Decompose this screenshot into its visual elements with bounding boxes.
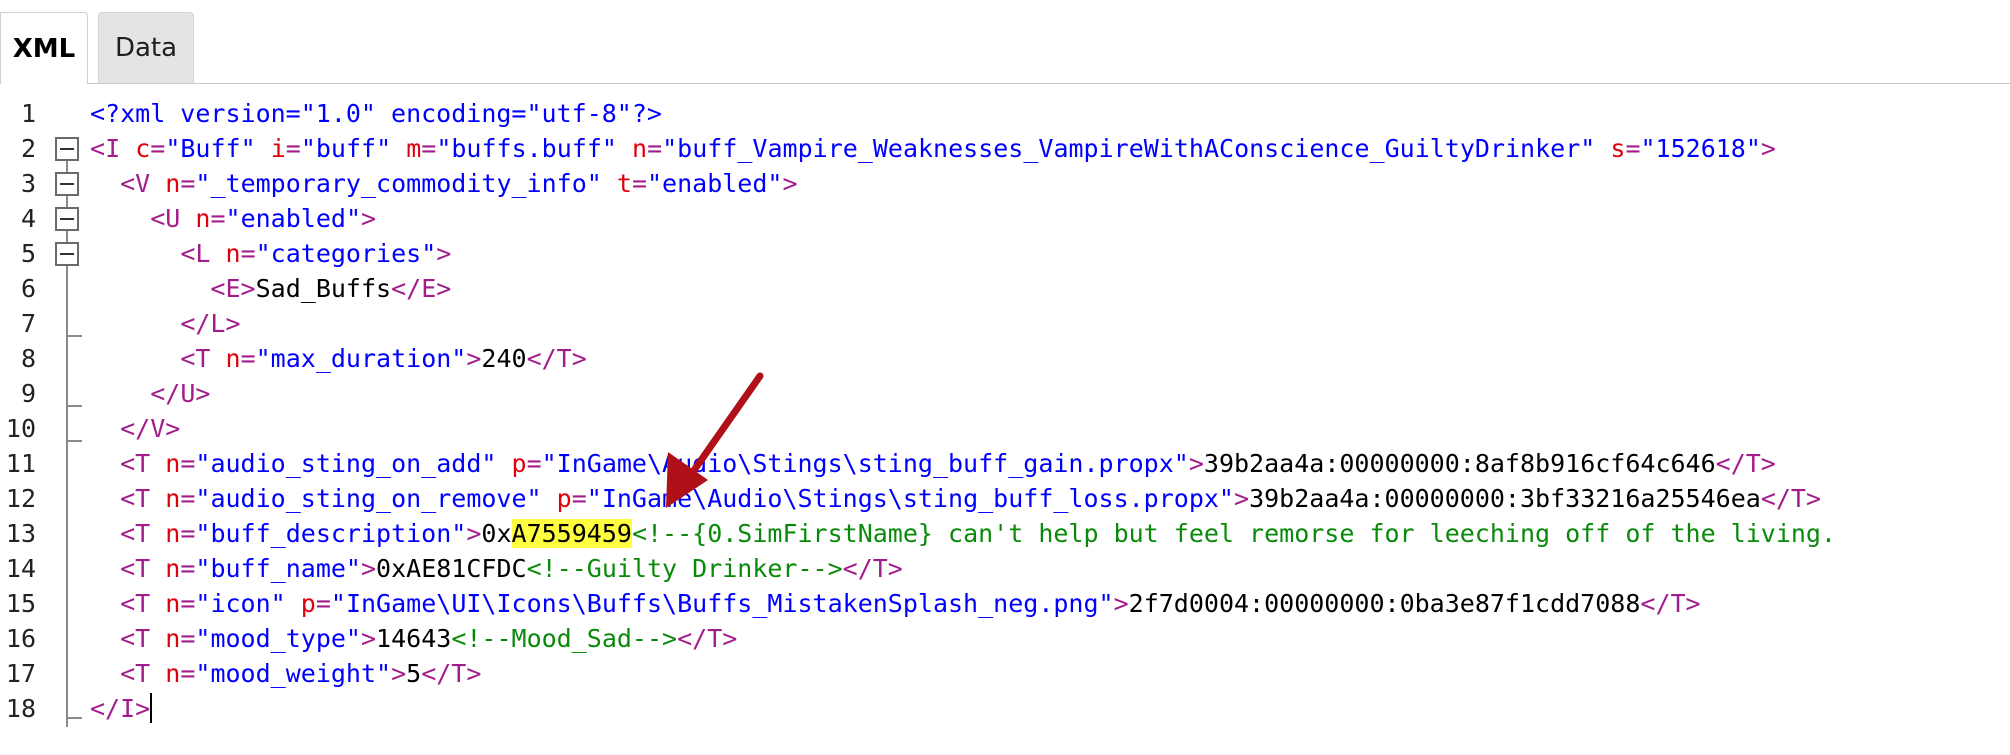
attr-value: "categories" [255,239,437,268]
collapse-toggle-icon[interactable] [55,137,79,161]
line-number-gutter: 1 2 3 4 5 6 7 8 9 10 11 12 13 14 15 16 17 18 [0,96,40,726]
fold-guide-line [66,147,68,727]
attr-value: "InGame\UI\Icons\Buffs\Buffs_MistakenSpl… [330,589,1114,618]
code-line: </V> [120,414,181,443]
code-line: <V n="_temporary_commodity_info" t="enab… [120,169,798,198]
line-number: 7 [20,309,36,338]
attr-value: "buffs.buff" [436,134,617,163]
fold-end-marker [66,335,82,337]
code-line: <L n="categories"> [180,239,452,268]
code-line: <T n="mood_weight">5</T> [120,659,482,688]
xml-comment: <!--Guilty Drinker--> [526,554,843,583]
line-number: 18 [5,694,36,723]
attr-value: "InGame\Audio\Stings\sting_buff_loss.pro… [586,484,1234,513]
code-line: </I> [90,693,153,723]
line-number: 3 [20,169,36,198]
attr-value: "max_duration" [255,344,467,373]
attr-value: "buff_description" [195,519,467,548]
collapse-toggle-icon[interactable] [55,207,79,231]
code-line: </U> [150,379,211,408]
line-number: 11 [5,449,36,478]
xml-comment: <!--Mood_Sad--> [451,624,678,653]
line-number: 1 [20,99,36,128]
line-number: 2 [20,134,36,163]
collapse-toggle-icon[interactable] [55,242,79,266]
element-text: Sad_Buffs [255,274,392,303]
fold-margin [52,96,82,727]
line-number: 4 [20,204,36,233]
code-line: <?xml version="1.0" encoding="utf-8"?> [90,96,2010,131]
code-line: <T n="icon" p="InGame\UI\Icons\Buffs\Buf… [120,589,1701,618]
fold-end-marker [66,440,82,442]
line-number: 13 [5,519,36,548]
element-text: 240 [481,344,527,373]
xml-comment: <!--{0.SimFirstName} can't help but feel… [631,519,1837,548]
code-line: <T n="mood_type">14643<!--Mood_Sad--></T… [120,624,738,653]
line-number: 15 [5,589,36,618]
xml-declaration: <?xml version="1.0" encoding="utf-8"?> [90,99,662,128]
attr-value: "152618" [1640,134,1761,163]
element-text: 2f7d0004:00000000:0ba3e87f1cdd7088 [1128,589,1641,618]
attr-value: "Buff" [165,134,256,163]
attr-value: "enabled" [647,169,783,198]
attr-value: "mood_weight" [195,659,392,688]
code-line: <T n="audio_sting_on_remove" p="InGame\A… [120,484,1822,513]
line-number: 12 [5,484,36,513]
line-number: 10 [5,414,36,443]
attr-value: "audio_sting_on_add" [195,449,497,478]
code-line: <T n="audio_sting_on_add" p="InGame\Audi… [120,449,1776,478]
line-number: 14 [5,554,36,583]
element-text: 0xAE81CFDC [376,554,527,583]
code-line: </L> [180,309,241,338]
tab-data[interactable]: Data [98,12,194,83]
tab-xml[interactable]: XML [0,12,88,84]
code-area[interactable]: <?xml version="1.0" encoding="utf-8"?> <… [90,96,2010,726]
element-text: 39b2aa4a:00000000:8af8b916cf64c646 [1203,449,1716,478]
tab-strip: XML Data [0,0,2010,84]
attr-value: "icon" [195,589,286,618]
code-line: <U n="enabled"> [150,204,377,233]
attr-value: "buff_name" [195,554,361,583]
code-line: <E>Sad_Buffs</E> [210,274,452,303]
attr-value: "_temporary_commodity_info" [195,169,602,198]
text-caret [150,693,153,723]
highlighted-hash: A7559459 [511,519,632,548]
attr-value: "enabled" [225,204,361,233]
code-line: <I c="Buff" i="buff" m="buffs.buff" n="b… [90,134,1776,163]
line-number: 6 [20,274,36,303]
xml-editor[interactable]: 1 2 3 4 5 6 7 8 9 10 11 12 13 14 15 16 17 18 <?xml versio… [0,84,2010,755]
code-line: <T n="max_duration">240</T> [180,344,587,373]
element-text: 5 [406,659,422,688]
fold-end-marker [66,717,82,719]
line-number: 9 [20,379,36,408]
collapse-toggle-icon[interactable] [55,172,79,196]
attr-value: "buff_Vampire_Weaknesses_VampireWithACon… [662,134,1596,163]
attr-value: "InGame\Audio\Stings\sting_buff_gain.pro… [541,449,1189,478]
attr-value: "mood_type" [195,624,361,653]
line-number: 16 [5,624,36,653]
attr-value: "audio_sting_on_remove" [195,484,542,513]
line-number: 8 [20,344,36,373]
element-text: 14643 [376,624,452,653]
line-number: 17 [5,659,36,688]
code-line: <T n="buff_description">0xA7559459<!--{0… [120,519,1837,548]
element-text: 39b2aa4a:00000000:3bf33216a25546ea [1249,484,1761,513]
fold-end-marker [66,405,82,407]
line-number: 5 [20,239,36,268]
attr-value: "buff" [300,134,392,163]
code-line: <T n="buff_name">0xAE81CFDC<!--Guilty Dr… [120,554,903,583]
